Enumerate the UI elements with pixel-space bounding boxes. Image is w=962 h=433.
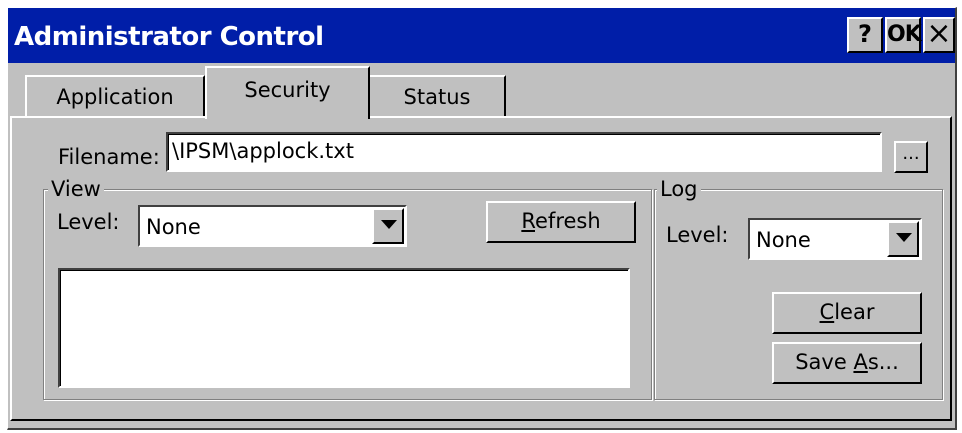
view-level-label: Level: [57, 210, 120, 234]
filename-value: \IPSM\applock.txt [172, 139, 354, 163]
close-button[interactable]: × [923, 17, 955, 53]
clear-button-mnemonic: C [819, 300, 835, 324]
chevron-down-icon [381, 220, 397, 229]
refresh-button-mnemonic: R [521, 209, 535, 233]
ok-button[interactable]: OK [885, 17, 922, 53]
tab-security[interactable]: Security [205, 66, 370, 119]
help-button[interactable]: ? [847, 17, 883, 53]
log-level-value: None [756, 228, 811, 252]
view-level-dropdown-button[interactable] [372, 208, 404, 244]
browse-button[interactable]: ... [894, 141, 928, 173]
save-as-button-mnemonic: A [853, 350, 868, 374]
security-tab-panel: Filename: \IPSM\applock.txt ... View Lev… [10, 116, 952, 421]
help-icon: ? [858, 20, 872, 48]
clear-button[interactable]: Clear [772, 292, 922, 334]
tab-application-label: Application [56, 85, 174, 109]
view-log-listbox[interactable] [58, 268, 630, 388]
ok-button-label: OK [887, 22, 922, 47]
log-group-label: Log [657, 177, 701, 201]
refresh-button[interactable]: Refresh [486, 201, 636, 243]
title-bar: Administrator Control ? OK × [8, 8, 955, 63]
filename-field[interactable]: \IPSM\applock.txt [166, 132, 882, 172]
save-as-button-label: s... [867, 350, 899, 374]
filename-label: Filename: [58, 145, 160, 169]
clear-button-label: lear [834, 300, 875, 324]
browse-button-label: ... [902, 143, 920, 164]
chevron-down-icon [896, 233, 912, 242]
tab-status-label: Status [403, 85, 471, 109]
log-level-label: Level: [666, 223, 729, 247]
refresh-button-label: efresh [535, 209, 601, 233]
view-level-value: None [146, 215, 201, 239]
save-as-button-prefix: Save [795, 350, 854, 374]
close-icon: × [926, 16, 952, 51]
view-group-label: View [48, 177, 104, 201]
view-level-select[interactable]: None [138, 205, 407, 247]
window-title: Administrator Control [14, 22, 324, 52]
save-as-button[interactable]: Save As... [772, 342, 922, 384]
log-level-dropdown-button[interactable] [887, 221, 919, 257]
tab-application[interactable]: Application [25, 75, 205, 117]
log-level-select[interactable]: None [748, 218, 922, 260]
tab-status[interactable]: Status [368, 75, 506, 117]
administrator-control-window: Administrator Control ? OK × Application… [7, 7, 957, 430]
tab-security-label: Security [244, 78, 331, 102]
